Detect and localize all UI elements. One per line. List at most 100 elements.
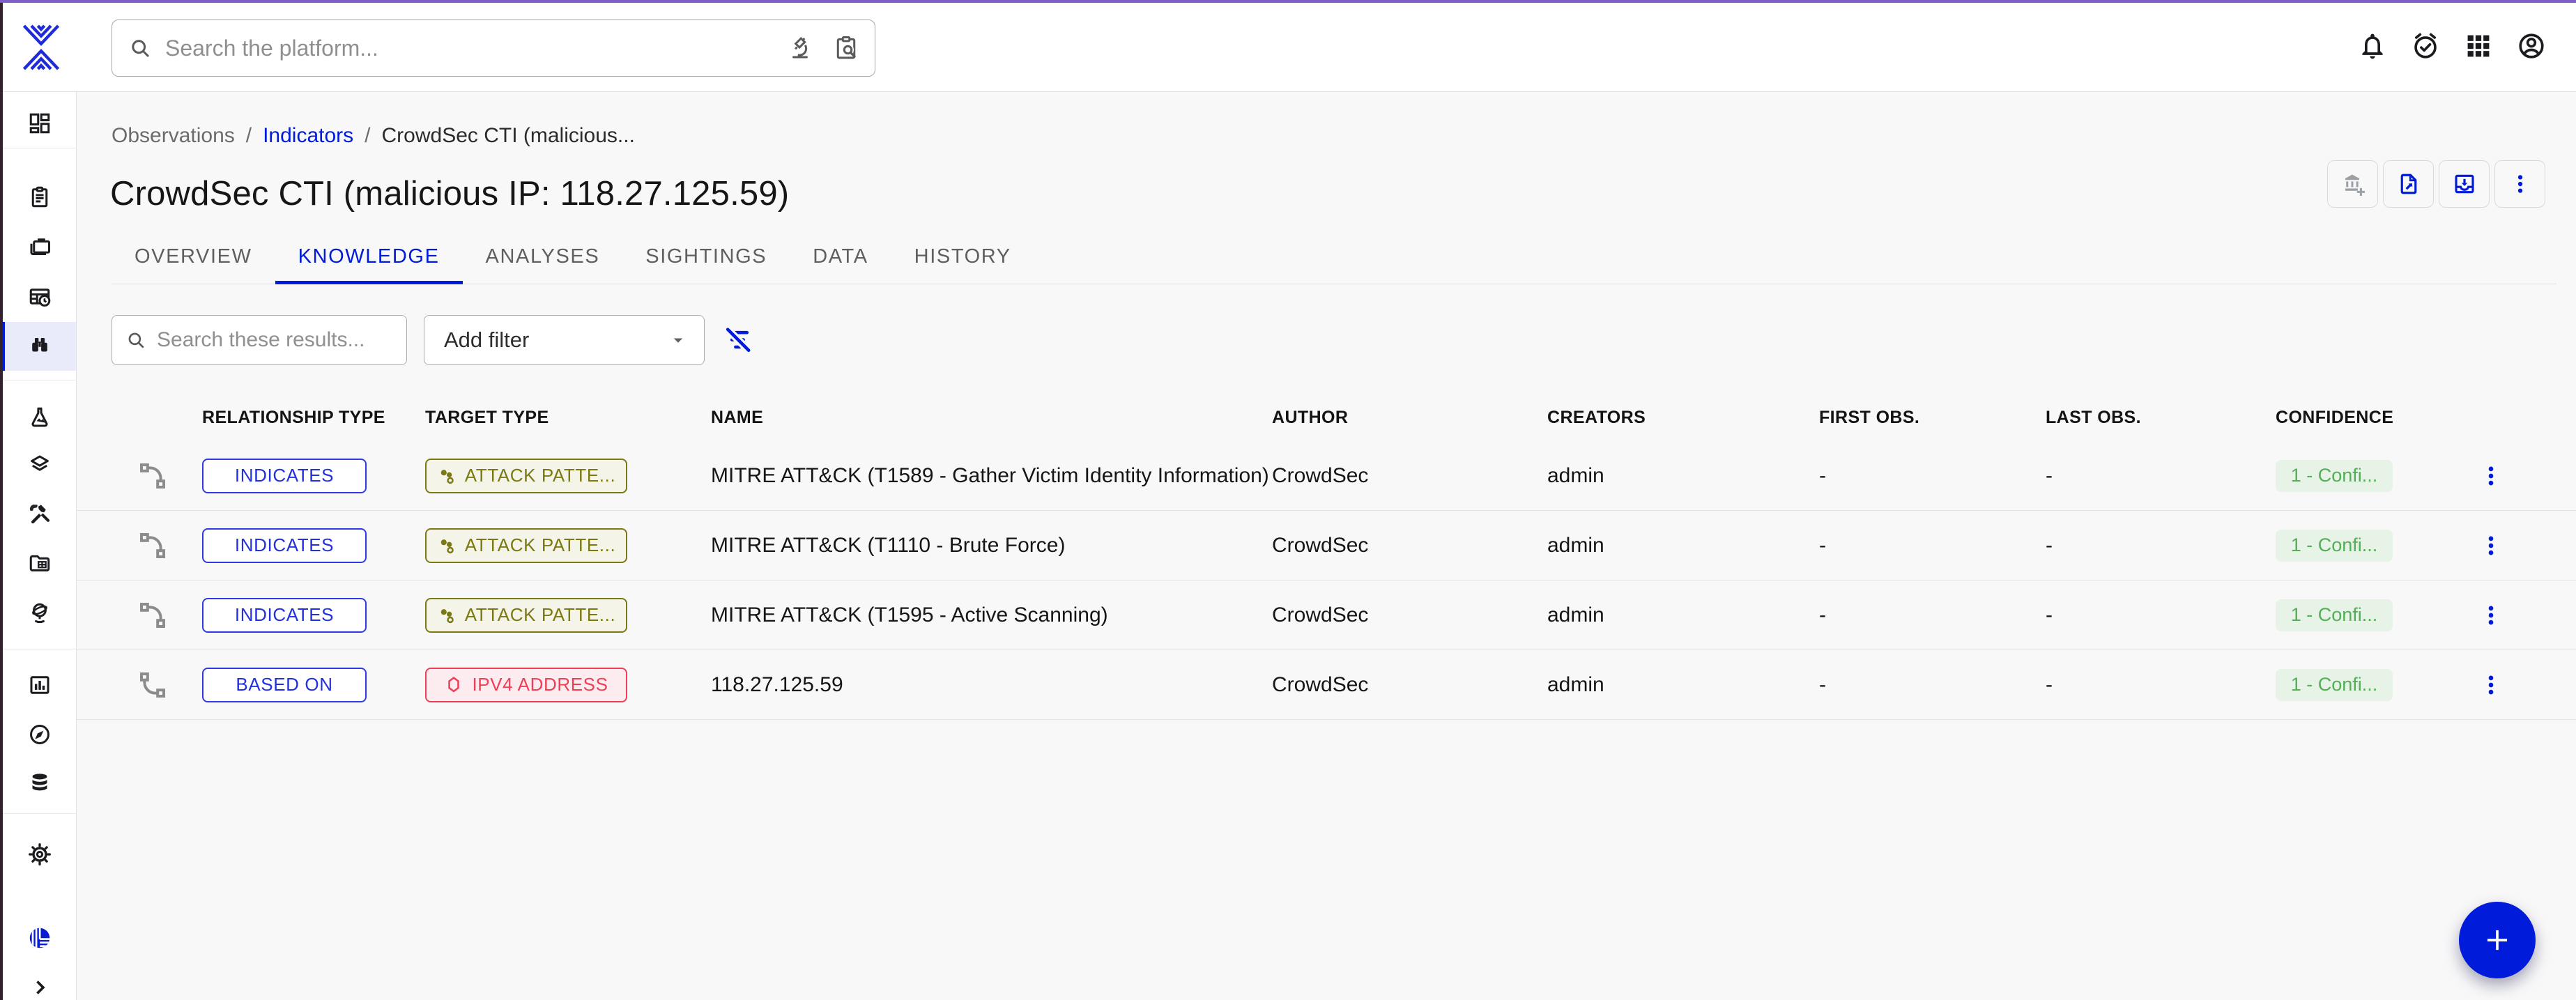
tab-analyses[interactable]: ANALYSES xyxy=(463,230,623,284)
settings-gear-icon xyxy=(27,842,52,867)
confidence-chip: 1 - Confi... xyxy=(2276,599,2393,631)
row-menu-button[interactable] xyxy=(2474,593,2508,638)
sidebar-item-settings[interactable] xyxy=(3,830,76,879)
kebab-menu-icon xyxy=(2508,171,2533,197)
more-options-button[interactable] xyxy=(2494,160,2545,208)
alarm-check-icon[interactable] xyxy=(2410,31,2441,61)
last-obs-cell: - xyxy=(2046,673,2053,697)
enroll-organization-button[interactable] xyxy=(2327,160,2378,208)
tab-history[interactable]: HISTORY xyxy=(891,230,1034,284)
filter-off-icon xyxy=(721,323,755,357)
entity-tabs: OVERVIEW KNOWLEDGE ANALYSES SIGHTINGS DA… xyxy=(112,230,2556,284)
breadcrumb-observations[interactable]: Observations xyxy=(112,124,235,148)
relationship-link-icon xyxy=(136,459,169,493)
last-obs-cell: - xyxy=(2046,534,2053,557)
last-obs-cell: - xyxy=(2046,464,2053,488)
first-obs-cell: - xyxy=(1819,534,1826,557)
sidebar-item-events[interactable] xyxy=(3,273,76,322)
opencti-logo[interactable] xyxy=(18,22,64,72)
author-cell: CrowdSec xyxy=(1272,464,1368,488)
column-author: AUTHOR xyxy=(1272,408,1348,428)
author-cell: CrowdSec xyxy=(1272,673,1368,697)
first-obs-cell: - xyxy=(1819,464,1826,488)
table-row[interactable]: BASED ON IPV4 ADDRESS 118.27.125.59 Crow… xyxy=(77,650,2576,720)
creators-cell: admin xyxy=(1547,673,1604,697)
download-inbox-button[interactable] xyxy=(2439,160,2490,208)
breadcrumb-indicators[interactable]: Indicators xyxy=(263,124,353,148)
main-content: Observations / Indicators / CrowdSec CTI… xyxy=(77,92,2576,1000)
tab-data[interactable]: DATA xyxy=(790,230,891,284)
filigran-sphere-icon xyxy=(26,925,53,951)
sidebar-item-entities[interactable] xyxy=(3,539,76,587)
sidebar-item-arsenal[interactable] xyxy=(3,440,76,489)
relationship-link-icon xyxy=(136,668,169,702)
top-accent-strip xyxy=(0,0,2576,3)
relationship-link-icon xyxy=(136,599,169,632)
search-icon xyxy=(125,329,147,351)
first-obs-cell: - xyxy=(1819,673,1826,697)
clear-filters-button[interactable] xyxy=(721,323,755,357)
sidebar-divider xyxy=(3,813,76,814)
table-row[interactable]: INDICATES ATTACK PATTE... MITRE ATT&CK (… xyxy=(77,511,2576,580)
relationship-type-chip: INDICATES xyxy=(202,528,367,563)
tab-overview[interactable]: OVERVIEW xyxy=(112,230,275,284)
table-row[interactable]: INDICATES ATTACK PATTE... MITRE ATT&CK (… xyxy=(77,441,2576,511)
breadcrumb-separator: / xyxy=(246,124,252,148)
tab-sightings[interactable]: SIGHTINGS xyxy=(622,230,790,284)
results-search-input[interactable] xyxy=(157,328,394,352)
data-database-icon xyxy=(27,771,52,796)
create-relationship-fab[interactable] xyxy=(2459,902,2536,978)
sidebar-item-cases[interactable] xyxy=(3,222,76,271)
attack-pattern-icon xyxy=(437,466,457,486)
add-filter-label: Add filter xyxy=(444,328,529,353)
account-circle-icon[interactable] xyxy=(2516,31,2547,61)
global-search-input[interactable] xyxy=(165,36,774,61)
sidebar-item-investigations[interactable] xyxy=(3,710,76,759)
sidebar-item-techniques[interactable] xyxy=(3,490,76,539)
sidebar-item-threats[interactable] xyxy=(3,393,76,442)
sidebar-item-expand[interactable] xyxy=(3,963,76,1000)
sidebar-item-locations[interactable] xyxy=(3,588,76,637)
apps-grid-icon[interactable] xyxy=(2463,31,2494,61)
relationship-type-chip: INDICATES xyxy=(202,459,367,493)
export-button[interactable] xyxy=(2383,160,2434,208)
tab-knowledge[interactable]: KNOWLEDGE xyxy=(275,230,463,284)
row-menu-button[interactable] xyxy=(2474,523,2508,568)
confidence-chip: 1 - Confi... xyxy=(2276,460,2393,492)
window-edge xyxy=(0,3,3,1000)
last-obs-cell: - xyxy=(2046,603,2053,627)
bank-plus-icon xyxy=(2340,171,2366,197)
row-menu-button[interactable] xyxy=(2474,454,2508,498)
inbox-download-icon xyxy=(2452,171,2477,197)
breadcrumb: Observations / Indicators / CrowdSec CTI… xyxy=(112,124,635,148)
sidebar-item-observations[interactable] xyxy=(3,322,76,371)
target-type-chip: IPV4 ADDRESS xyxy=(425,668,627,702)
row-menu-button[interactable] xyxy=(2474,663,2508,707)
sidebar-item-analyses[interactable] xyxy=(3,173,76,222)
search-icon xyxy=(128,36,153,61)
column-creators: CREATORS xyxy=(1547,408,1646,428)
add-filter-select[interactable]: Add filter xyxy=(424,315,705,365)
threats-flask-icon xyxy=(27,405,52,430)
paste-search-icon[interactable] xyxy=(833,35,859,61)
notifications-bell-icon[interactable] xyxy=(2357,31,2388,61)
sidebar-item-filigran[interactable] xyxy=(3,914,76,962)
attack-pattern-icon xyxy=(437,536,457,555)
relationship-type-chip: INDICATES xyxy=(202,598,367,633)
column-target-type: TARGET TYPE xyxy=(425,408,549,428)
column-relationship-type: RELATIONSHIP TYPE xyxy=(202,408,385,428)
results-search xyxy=(112,315,407,365)
sidebar-item-dashboard[interactable] xyxy=(3,99,76,148)
table-row[interactable]: INDICATES ATTACK PATTE... MITRE ATT&CK (… xyxy=(77,580,2576,650)
chevron-down-icon xyxy=(668,330,689,351)
table-header: RELATIONSHIP TYPE TARGET TYPE NAME AUTHO… xyxy=(77,402,2576,433)
page-title: CrowdSec CTI (malicious IP: 118.27.125.5… xyxy=(110,174,789,213)
microscope-icon[interactable] xyxy=(787,35,813,61)
techniques-tools-icon xyxy=(27,502,52,527)
sidebar-item-dashboards[interactable] xyxy=(3,661,76,709)
column-name: NAME xyxy=(711,408,763,428)
sidebar-item-data[interactable] xyxy=(3,759,76,808)
kebab-menu-icon xyxy=(2478,672,2504,698)
dashboard-icon xyxy=(27,111,52,136)
global-search xyxy=(112,20,875,77)
